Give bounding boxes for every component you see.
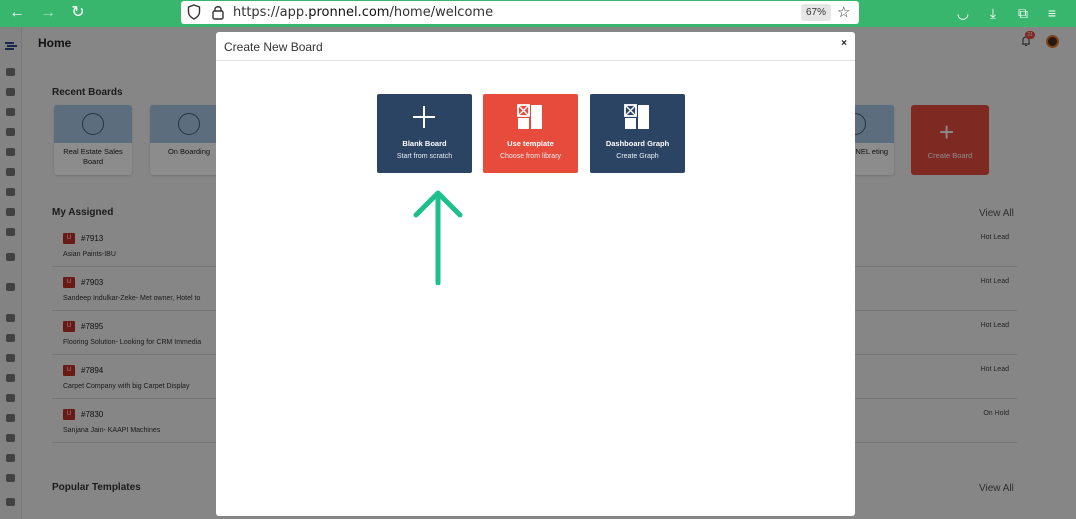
- back-icon[interactable]: ←: [6, 3, 28, 23]
- plus-icon: [413, 106, 435, 128]
- browser-toolbar: ← → ↻ https://app.pronnel.com/home/welco…: [0, 0, 1076, 27]
- option-subtitle: Choose from library: [499, 153, 562, 160]
- zoom-level[interactable]: 67%: [801, 4, 832, 21]
- menu-icon[interactable]: ≡: [1043, 4, 1061, 22]
- close-icon[interactable]: ×: [841, 38, 847, 49]
- up-arrow-icon: [413, 190, 463, 285]
- option-title: Dashboard Graph: [605, 139, 670, 148]
- option-subtitle: Create Graph: [616, 153, 659, 160]
- pocket-icon[interactable]: ◡: [954, 4, 972, 22]
- graph-icon: [624, 104, 649, 129]
- option-subtitle: Start from scratch: [396, 153, 453, 160]
- url-bar[interactable]: https://app.pronnel.com/home/welcome 67%…: [181, 1, 859, 24]
- forward-icon[interactable]: →: [37, 3, 59, 23]
- url-text: https://app.pronnel.com/home/welcome: [233, 5, 494, 20]
- download-icon[interactable]: ⤓: [984, 4, 1002, 22]
- option-title: Use template: [507, 139, 554, 148]
- modal-title: Create New Board: [224, 40, 323, 54]
- dashboard-graph-button[interactable]: Dashboard Graph Create Graph: [590, 94, 685, 173]
- divider: [216, 60, 855, 61]
- option-title: Blank Board: [402, 139, 447, 148]
- extensions-icon[interactable]: ⧉: [1014, 4, 1032, 22]
- shield-icon[interactable]: [187, 4, 201, 20]
- lock-icon[interactable]: [211, 4, 225, 20]
- template-icon: [517, 104, 542, 129]
- create-board-modal: Create New Board × Blank Board Start fro…: [216, 32, 855, 516]
- blank-board-button[interactable]: Blank Board Start from scratch: [377, 94, 472, 173]
- reload-icon[interactable]: ↻: [67, 3, 89, 23]
- use-template-button[interactable]: Use template Choose from library: [483, 94, 578, 173]
- bookmark-star-icon[interactable]: ☆: [837, 3, 850, 21]
